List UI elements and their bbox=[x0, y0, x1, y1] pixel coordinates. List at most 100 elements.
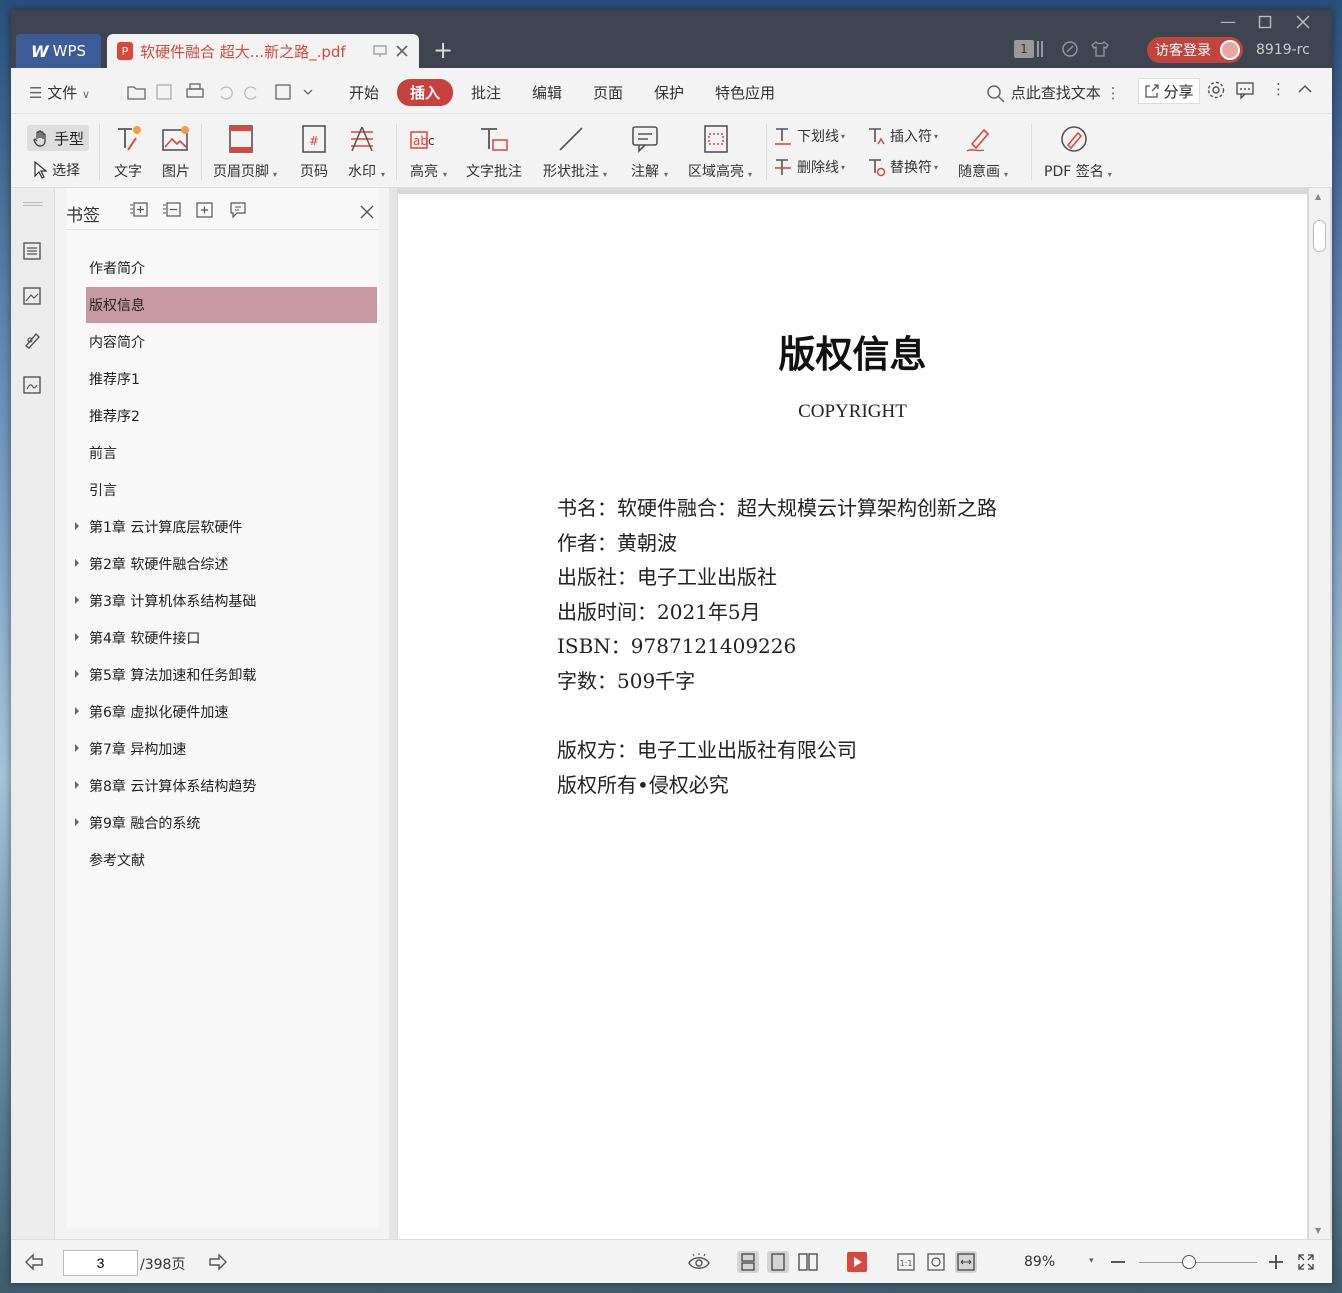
window-count-badge[interactable]: 1 bbox=[1014, 40, 1034, 58]
bookmark-item-selected[interactable]: 版权信息 bbox=[86, 287, 377, 323]
zoom-dropdown-icon[interactable]: ▾ bbox=[1089, 1256, 1094, 1266]
drag-handle-icon[interactable] bbox=[23, 202, 43, 206]
fit-width-icon[interactable] bbox=[955, 1251, 977, 1273]
chat-icon[interactable] bbox=[1235, 80, 1255, 100]
previous-page-icon[interactable] bbox=[23, 1251, 45, 1273]
bookmark-list-icon[interactable] bbox=[21, 241, 43, 261]
bookmark-item[interactable]: 推荐序2 bbox=[86, 398, 377, 434]
area-highlight-button[interactable]: 区域高亮 ▾ bbox=[688, 122, 752, 181]
more-vertical-icon[interactable]: ⋮ bbox=[1106, 84, 1121, 102]
zoom-level[interactable]: 89% bbox=[1024, 1254, 1055, 1270]
expand-all-icon[interactable] bbox=[130, 202, 148, 218]
collapse-ribbon-icon[interactable] bbox=[1296, 80, 1314, 98]
close-tab-icon[interactable] bbox=[395, 44, 409, 58]
bookmark-item[interactable]: 作者简介 bbox=[86, 250, 377, 286]
highlight-button[interactable]: ab c 高亮 ▾ bbox=[409, 122, 447, 181]
thumbnail-icon[interactable] bbox=[21, 286, 43, 306]
insert-mark-button[interactable]: 插入符 ▾ bbox=[866, 126, 938, 146]
header-footer-button[interactable]: 页眉页脚 ▾ bbox=[213, 122, 277, 181]
bookmark-item[interactable]: 第1章 云计算底层软硬件 bbox=[75, 509, 377, 545]
wps-home-tab[interactable]: W WPS bbox=[16, 34, 101, 68]
bookmark-item[interactable]: 第4章 软硬件接口 bbox=[75, 620, 377, 656]
panel-splitter[interactable] bbox=[389, 188, 397, 1239]
expand-arrow-icon[interactable] bbox=[75, 559, 79, 567]
eye-protection-icon[interactable] bbox=[688, 1251, 710, 1273]
window-list-icon[interactable] bbox=[1037, 41, 1043, 57]
pdf-sign-button[interactable]: PDF 签名 ▾ bbox=[1044, 122, 1112, 181]
close-panel-icon[interactable] bbox=[359, 198, 375, 220]
signature-panel-icon[interactable] bbox=[21, 375, 43, 395]
menu-tab-edit[interactable]: 编辑 bbox=[532, 82, 562, 103]
document-tab[interactable]: P 软硬件融合 超大...新之路_.pdf bbox=[107, 34, 419, 68]
fullscreen-icon[interactable] bbox=[1295, 1251, 1317, 1273]
menu-tab-page[interactable]: 页面 bbox=[593, 82, 623, 103]
actual-size-icon[interactable]: 1:1 bbox=[895, 1251, 917, 1273]
bookmark-item[interactable]: 参考文献 bbox=[86, 842, 377, 878]
freehand-button[interactable]: 随意画 ▾ bbox=[958, 122, 1008, 181]
bookmark-item[interactable]: 前言 bbox=[86, 435, 377, 471]
insert-text-button[interactable]: 文字 bbox=[113, 122, 143, 181]
scrollbar-thumb[interactable] bbox=[1313, 220, 1326, 252]
strikethrough-button[interactable]: 删除线 ▾ bbox=[773, 157, 845, 177]
scroll-down-icon[interactable]: ▼ bbox=[1315, 1226, 1321, 1235]
file-menu[interactable]: ☰ 文件 ∨ bbox=[29, 82, 90, 103]
expand-arrow-icon[interactable] bbox=[75, 633, 79, 641]
monitor-icon[interactable] bbox=[373, 44, 387, 58]
page-number-input[interactable] bbox=[63, 1250, 138, 1276]
zoom-out-icon[interactable] bbox=[1107, 1251, 1129, 1273]
menu-tab-protect[interactable]: 保护 bbox=[654, 82, 684, 103]
expand-arrow-icon[interactable] bbox=[75, 707, 79, 715]
shape-comment-button[interactable]: 形状批注 ▾ bbox=[543, 122, 607, 181]
expand-arrow-icon[interactable] bbox=[75, 596, 79, 604]
zoom-slider-track[interactable] bbox=[1139, 1262, 1257, 1263]
expand-arrow-icon[interactable] bbox=[75, 522, 79, 530]
underline-button[interactable]: 下划线 ▾ bbox=[773, 126, 845, 146]
insert-image-button[interactable]: 图片 bbox=[161, 122, 191, 181]
single-page-view-icon[interactable] bbox=[767, 1251, 789, 1273]
expand-arrow-icon[interactable] bbox=[75, 818, 79, 826]
menu-tab-special[interactable]: 特色应用 bbox=[715, 82, 775, 103]
share-button[interactable]: 分享 bbox=[1138, 78, 1200, 104]
bookmark-item[interactable]: 第2章 软硬件融合综述 bbox=[75, 546, 377, 582]
bookmark-item[interactable]: 第7章 异构加速 bbox=[75, 731, 377, 767]
collapse-all-icon[interactable] bbox=[163, 202, 181, 218]
fit-page-icon[interactable] bbox=[925, 1251, 947, 1273]
add-bookmark-icon[interactable] bbox=[196, 202, 214, 218]
bookmark-item[interactable]: 第3章 计算机体系结构基础 bbox=[75, 583, 377, 619]
bookmark-options-icon[interactable] bbox=[229, 202, 247, 218]
minimize-icon[interactable]: — bbox=[1220, 12, 1236, 31]
two-page-view-icon[interactable] bbox=[797, 1251, 819, 1273]
replace-mark-button[interactable]: 替换符 ▾ bbox=[866, 157, 938, 177]
bookmark-item[interactable]: 第9章 融合的系统 bbox=[75, 805, 377, 841]
expand-arrow-icon[interactable] bbox=[75, 670, 79, 678]
maximize-icon[interactable] bbox=[1258, 12, 1272, 29]
zoom-in-icon[interactable] bbox=[1265, 1251, 1287, 1273]
zoom-slider-knob[interactable] bbox=[1182, 1255, 1196, 1269]
more-options-icon[interactable]: ⋮ bbox=[1271, 80, 1286, 98]
guest-login-button[interactable]: 访客登录 bbox=[1147, 37, 1243, 63]
note-button[interactable]: 注解 ▾ bbox=[630, 122, 668, 181]
next-page-icon[interactable] bbox=[207, 1251, 229, 1273]
text-comment-button[interactable]: 文字批注 bbox=[466, 122, 522, 181]
bookmark-item[interactable]: 第5章 算法加速和任务卸载 bbox=[75, 657, 377, 693]
bookmark-item[interactable]: 第8章 云计算体系结构趋势 bbox=[75, 768, 377, 804]
scroll-up-icon[interactable]: ▲ bbox=[1315, 192, 1321, 201]
new-tab-button[interactable]: + bbox=[433, 38, 453, 62]
expand-arrow-icon[interactable] bbox=[75, 781, 79, 789]
expand-arrow-icon[interactable] bbox=[75, 744, 79, 752]
vertical-scrollbar[interactable]: ▲ ▼ bbox=[1309, 188, 1330, 1239]
bookmark-item[interactable]: 推荐序1 bbox=[86, 361, 377, 397]
bookmark-item[interactable]: 引言 bbox=[86, 472, 377, 508]
continuous-view-icon[interactable] bbox=[737, 1251, 759, 1273]
watermark-button[interactable]: 水印 ▾ bbox=[347, 122, 385, 181]
find-text-button[interactable]: 点此查找文本 ⋮ bbox=[986, 82, 1121, 104]
play-slideshow-icon[interactable] bbox=[846, 1251, 868, 1273]
bookmark-item[interactable]: 第6章 虚拟化硬件加速 bbox=[75, 694, 377, 730]
bookmark-item[interactable]: 内容简介 bbox=[86, 324, 377, 360]
annotation-icon[interactable] bbox=[21, 330, 43, 350]
select-tool-button[interactable]: 选择 bbox=[33, 160, 80, 180]
page-number-button[interactable]: # 页码 bbox=[300, 122, 328, 181]
menu-tab-comment[interactable]: 批注 bbox=[471, 82, 501, 103]
close-window-icon[interactable] bbox=[1295, 11, 1311, 30]
menu-tab-start[interactable]: 开始 bbox=[349, 82, 379, 103]
